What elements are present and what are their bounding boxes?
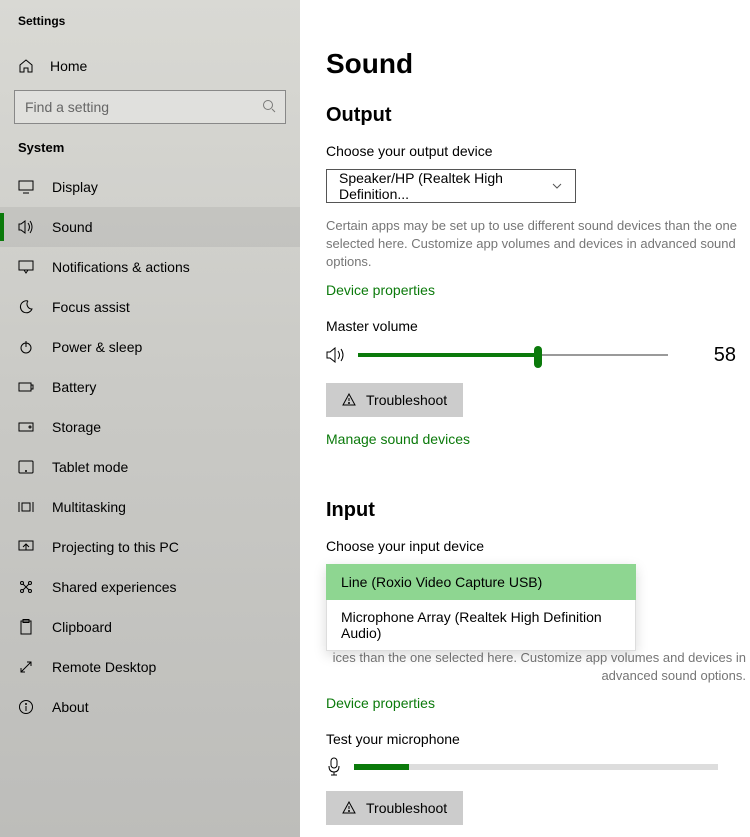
notifications-icon [18, 259, 34, 275]
sidebar-item-projecting-to-this-pc[interactable]: Projecting to this PC [0, 527, 300, 567]
page-title: Sound [326, 48, 750, 80]
sidebar-item-label: About [52, 699, 89, 715]
output-manage-link[interactable]: Manage sound devices [326, 431, 470, 447]
home-label: Home [50, 58, 87, 74]
master-volume-value: 58 [714, 344, 736, 367]
output-choose-label: Choose your output device [326, 143, 750, 159]
sidebar-nav-list: Display Sound Notifications & actions Focus… [0, 167, 300, 727]
sidebar-item-notifications-actions[interactable]: Notifications & actions [0, 247, 300, 287]
sidebar-item-tablet-mode[interactable]: Tablet mode [0, 447, 300, 487]
output-device-selected: Speaker/HP (Realtek High Definition... [339, 170, 551, 202]
sidebar-item-label: Focus assist [52, 299, 130, 315]
sidebar-item-storage[interactable]: Storage [0, 407, 300, 447]
input-section-title: Input [326, 499, 750, 522]
sidebar-item-label: Storage [52, 419, 101, 435]
sidebar-item-label: Projecting to this PC [52, 539, 179, 555]
sidebar-item-about[interactable]: About [0, 687, 300, 727]
microphone-icon [326, 757, 342, 777]
chevron-down-icon [551, 180, 563, 192]
sidebar-item-label: Battery [52, 379, 96, 395]
output-section-title: Output [326, 104, 750, 127]
output-troubleshoot-label: Troubleshoot [366, 392, 447, 408]
master-volume-slider[interactable] [358, 345, 668, 365]
focus-icon [18, 299, 34, 315]
search-input[interactable] [14, 90, 286, 124]
sidebar-item-display[interactable]: Display [0, 167, 300, 207]
input-helper-text: ices than the one selected here. Customi… [326, 649, 746, 685]
input-troubleshoot-button[interactable]: Troubleshoot [326, 791, 463, 825]
input-troubleshoot-label: Troubleshoot [366, 800, 447, 816]
input-device-properties-link[interactable]: Device properties [326, 695, 435, 711]
input-device-option[interactable]: Line (Roxio Video Capture USB) [326, 564, 636, 600]
settings-sidebar: Settings Home System Display Sound Notific… [0, 0, 300, 837]
content-pane: Sound Output Choose your output device S… [300, 0, 750, 837]
about-icon [18, 699, 34, 715]
sidebar-item-battery[interactable]: Battery [0, 367, 300, 407]
home-icon [18, 58, 34, 74]
sidebar-item-label: Sound [52, 219, 92, 235]
remote-icon [18, 659, 34, 675]
warning-icon [342, 801, 356, 815]
volume-icon [326, 347, 346, 363]
master-volume-label: Master volume [326, 318, 750, 334]
sound-icon [18, 219, 34, 235]
input-device-dropdown[interactable]: Line (Roxio Video Capture USB)Microphone… [326, 564, 636, 651]
shared-icon [18, 579, 34, 595]
sidebar-group-header: System [0, 140, 300, 167]
sidebar-item-remote-desktop[interactable]: Remote Desktop [0, 647, 300, 687]
sidebar-item-label: Power & sleep [52, 339, 142, 355]
output-troubleshoot-button[interactable]: Troubleshoot [326, 383, 463, 417]
tablet-icon [18, 459, 34, 475]
sidebar-item-label: Shared experiences [52, 579, 177, 595]
output-helper-text: Certain apps may be set up to use differ… [326, 217, 746, 272]
sidebar-item-multitasking[interactable]: Multitasking [0, 487, 300, 527]
display-icon [18, 179, 34, 195]
sidebar-item-shared-experiences[interactable]: Shared experiences [0, 567, 300, 607]
warning-icon [342, 393, 356, 407]
sidebar-item-label: Multitasking [52, 499, 126, 515]
output-device-select[interactable]: Speaker/HP (Realtek High Definition... [326, 169, 576, 203]
multitask-icon [18, 499, 34, 515]
storage-icon [18, 419, 34, 435]
home-nav[interactable]: Home [0, 48, 300, 84]
output-device-properties-link[interactable]: Device properties [326, 282, 435, 298]
sidebar-item-power-sleep[interactable]: Power & sleep [0, 327, 300, 367]
sidebar-item-sound[interactable]: Sound [0, 207, 300, 247]
input-choose-label: Choose your input device [326, 538, 750, 554]
projecting-icon [18, 539, 34, 555]
sidebar-item-label: Clipboard [52, 619, 112, 635]
sidebar-item-label: Tablet mode [52, 459, 128, 475]
search-icon [262, 99, 276, 113]
input-device-option[interactable]: Microphone Array (Realtek High Definitio… [326, 600, 636, 651]
sidebar-item-clipboard[interactable]: Clipboard [0, 607, 300, 647]
clipboard-icon [18, 619, 34, 635]
sidebar-item-focus-assist[interactable]: Focus assist [0, 287, 300, 327]
mic-level-bar [354, 764, 718, 770]
sidebar-item-label: Remote Desktop [52, 659, 156, 675]
window-title: Settings [0, 14, 300, 48]
test-mic-label: Test your microphone [326, 731, 750, 747]
power-icon [18, 339, 34, 355]
sidebar-item-label: Display [52, 179, 98, 195]
sidebar-item-label: Notifications & actions [52, 259, 190, 275]
battery-icon [18, 379, 34, 395]
